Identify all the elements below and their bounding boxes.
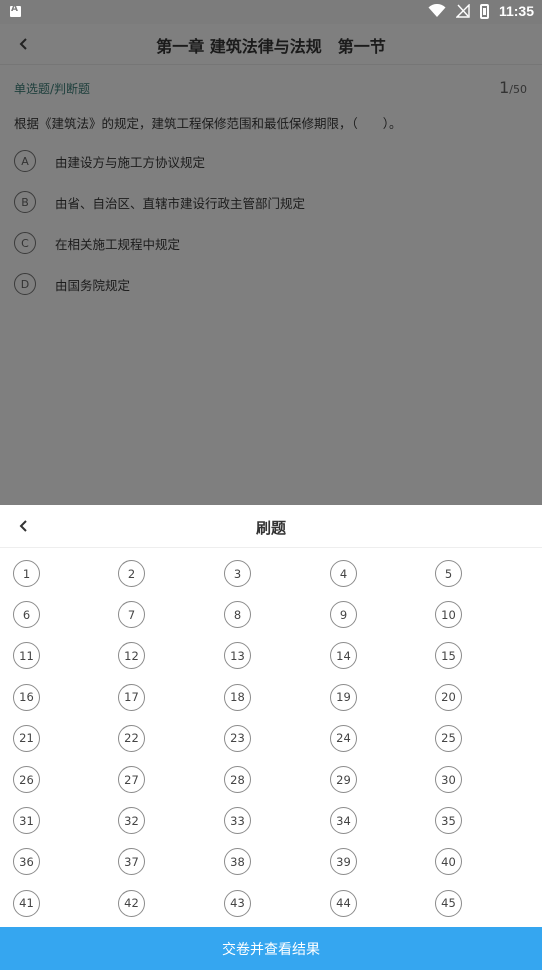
question-number-button[interactable]: 4 xyxy=(330,560,357,587)
question-picker-sheet: 刷题 1 2 3 4 5 6 7 8 9 10 11 12 13 14 15 16 17 18 19 20 21 22 23… xyxy=(0,505,542,970)
question-number-button[interactable]: 40 xyxy=(435,848,462,876)
question-number-button[interactable]: 42 xyxy=(118,889,145,917)
wifi-icon xyxy=(428,4,446,17)
question-number-button[interactable]: 23 xyxy=(224,724,251,752)
question-number-button[interactable]: 12 xyxy=(118,642,145,670)
battery-icon xyxy=(479,3,489,19)
option-text: 由建设方与施工方协议规定 xyxy=(55,154,206,170)
question-current: 1 xyxy=(499,78,510,97)
question-number-button[interactable]: 11 xyxy=(13,642,40,670)
question-number-button[interactable]: 6 xyxy=(13,601,40,629)
question-number-button[interactable]: 21 xyxy=(13,724,40,752)
question-number-button[interactable]: 28 xyxy=(224,766,251,793)
question-number-button[interactable]: 5 xyxy=(435,560,462,587)
question-number-button[interactable]: 43 xyxy=(224,889,251,917)
question-number-button[interactable]: 1 xyxy=(13,560,40,587)
option-letter: C xyxy=(14,232,36,254)
question-number-button[interactable]: 35 xyxy=(435,807,462,835)
question-counter: 1/50 xyxy=(499,78,527,97)
sheet-header: 刷题 xyxy=(0,505,542,548)
question-number-button[interactable]: 36 xyxy=(13,848,40,876)
question-type-label: 单选题/判断题 xyxy=(14,82,91,96)
question-number-button[interactable]: 14 xyxy=(330,642,357,670)
signal-icon xyxy=(455,4,470,18)
option-letter: D xyxy=(14,273,36,295)
status-icons: 11:35 xyxy=(428,3,534,19)
question-number-button[interactable]: 31 xyxy=(13,807,40,835)
status-bar: 11:35 xyxy=(0,0,542,24)
option-letter: A xyxy=(14,150,36,172)
question-number-button[interactable]: 8 xyxy=(224,601,251,629)
question-number-button[interactable]: 38 xyxy=(224,848,251,876)
question-total: /50 xyxy=(509,83,527,96)
sheet-title: 刷题 xyxy=(255,519,286,537)
question-number-button[interactable]: 7 xyxy=(118,601,145,629)
question-number-button[interactable]: 33 xyxy=(224,807,251,835)
option-b[interactable]: B 由省、自治区、直辖市建设行政主管部门规定 xyxy=(14,191,305,213)
option-text: 由省、自治区、直辖市建设行政主管部门规定 xyxy=(55,195,306,211)
question-number-button[interactable]: 25 xyxy=(435,724,462,752)
question-number-button[interactable]: 17 xyxy=(118,683,145,711)
page-header: 第一章 建筑法律与法规 第一节 xyxy=(0,24,542,64)
question-number-button[interactable]: 13 xyxy=(224,642,251,670)
question-number-button[interactable]: 9 xyxy=(330,601,357,629)
header-divider xyxy=(0,64,542,65)
question-number-button[interactable]: 3 xyxy=(224,560,251,587)
page-title: 第一章 建筑法律与法规 第一节 xyxy=(156,37,386,56)
notification-icon xyxy=(10,4,21,17)
question-number-button[interactable]: 39 xyxy=(330,848,357,876)
question-number-button[interactable]: 37 xyxy=(118,848,145,876)
question-number-button[interactable]: 24 xyxy=(330,724,357,752)
question-number-button[interactable]: 16 xyxy=(13,683,40,711)
question-text: 根据《建筑法》的规定，建筑工程保修范围和最低保修期限，（ ）。 xyxy=(14,116,402,131)
option-text: 由国务院规定 xyxy=(55,277,131,293)
question-number-button[interactable]: 2 xyxy=(118,560,145,587)
question-number-button[interactable]: 34 xyxy=(330,807,357,835)
question-number-button[interactable]: 27 xyxy=(118,766,145,793)
question-number-button[interactable]: 44 xyxy=(330,889,357,917)
question-number-button[interactable]: 29 xyxy=(330,766,357,793)
submit-button[interactable]: 交卷并查看结果 xyxy=(0,927,542,970)
question-number-button[interactable]: 30 xyxy=(435,766,462,793)
question-number-button[interactable]: 32 xyxy=(118,807,145,835)
question-number-button[interactable]: 41 xyxy=(13,889,40,917)
question-number-button[interactable]: 18 xyxy=(224,683,251,711)
question-number-button[interactable]: 10 xyxy=(435,601,462,629)
status-time: 11:35 xyxy=(498,3,534,19)
option-letter: B xyxy=(14,191,36,213)
option-c[interactable]: C 在相关施工规程中规定 xyxy=(14,232,180,254)
option-a[interactable]: A 由建设方与施工方协议规定 xyxy=(14,150,205,172)
option-d[interactable]: D 由国务院规定 xyxy=(14,273,130,295)
question-number-button[interactable]: 20 xyxy=(435,683,462,711)
question-number-button[interactable]: 22 xyxy=(118,724,145,752)
question-number-button[interactable]: 15 xyxy=(435,642,462,670)
option-text: 在相关施工规程中规定 xyxy=(55,236,181,252)
question-number-button[interactable]: 19 xyxy=(330,683,357,711)
question-number-button[interactable]: 26 xyxy=(13,766,40,793)
question-number-button[interactable]: 45 xyxy=(435,889,462,917)
